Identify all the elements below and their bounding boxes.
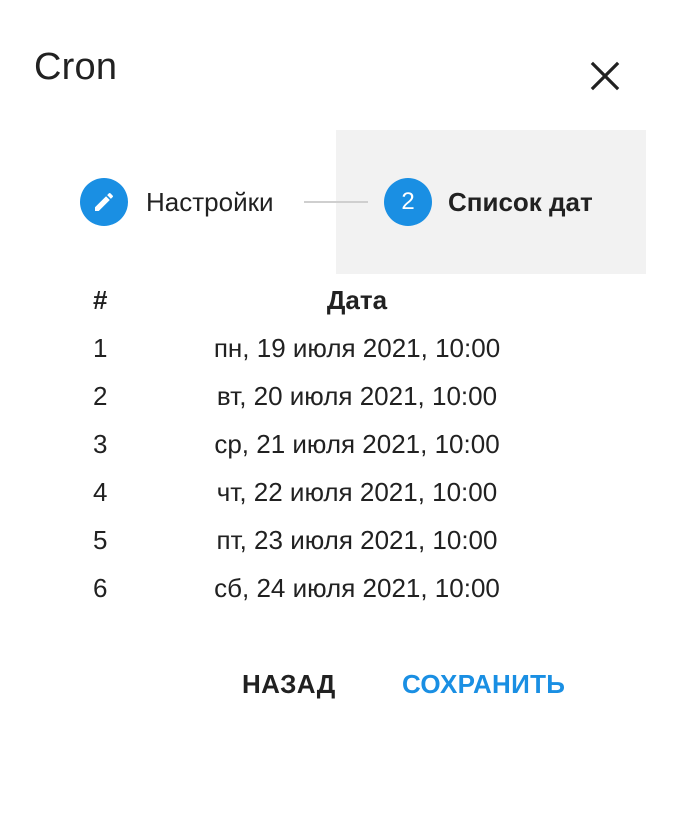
close-icon (590, 61, 620, 91)
column-header-date: Дата (326, 285, 388, 315)
row-number: 3 (93, 429, 108, 459)
dates-table: # Дата 1 пн, 19 июля 2021, 10:00 2 вт, 2… (0, 276, 676, 612)
cron-dialog: Cron Настройки 2 Список дат # Дата 1 пн,… (0, 0, 676, 826)
dialog-title: Cron (34, 46, 118, 88)
step-date-list[interactable]: 2 Список дат (384, 178, 593, 226)
row-number: 5 (93, 525, 108, 555)
save-button[interactable]: СОХРАНИТЬ (402, 660, 565, 708)
row-date: пн, 19 июля 2021, 10:00 (213, 333, 501, 363)
close-button[interactable] (583, 54, 627, 98)
step-connector (304, 201, 368, 203)
table-row: 1 пн, 19 июля 2021, 10:00 (0, 324, 676, 372)
table-row: 6 сб, 24 июля 2021, 10:00 (0, 564, 676, 612)
row-number: 4 (93, 477, 108, 507)
row-date: пт, 23 июля 2021, 10:00 (216, 525, 498, 555)
back-button[interactable]: НАЗАД (242, 660, 336, 708)
step-settings-label: Настройки (146, 186, 274, 217)
step-date-list-circle: 2 (384, 178, 432, 226)
table-row: 3 ср, 21 июля 2021, 10:00 (0, 420, 676, 468)
stepper: Настройки 2 Список дат (0, 130, 676, 274)
row-number: 2 (93, 381, 108, 411)
pencil-icon (95, 192, 114, 211)
table-header-row: # Дата (0, 276, 676, 324)
column-header-num: # (93, 285, 108, 315)
row-date: сб, 24 июля 2021, 10:00 (214, 573, 500, 603)
step-settings[interactable]: Настройки (80, 178, 274, 226)
row-date: чт, 22 июля 2021, 10:00 (216, 477, 498, 507)
dialog-actions: НАЗАД СОХРАНИТЬ (0, 660, 676, 708)
table-row: 4 чт, 22 июля 2021, 10:00 (0, 468, 676, 516)
row-date: вт, 20 июля 2021, 10:00 (216, 381, 498, 411)
step-date-list-label: Список дат (448, 186, 593, 217)
row-date: ср, 21 июля 2021, 10:00 (214, 429, 500, 459)
row-number: 6 (93, 573, 108, 603)
row-number: 1 (93, 333, 108, 363)
table-row: 2 вт, 20 июля 2021, 10:00 (0, 372, 676, 420)
step-settings-circle (80, 178, 128, 226)
table-row: 5 пт, 23 июля 2021, 10:00 (0, 516, 676, 564)
